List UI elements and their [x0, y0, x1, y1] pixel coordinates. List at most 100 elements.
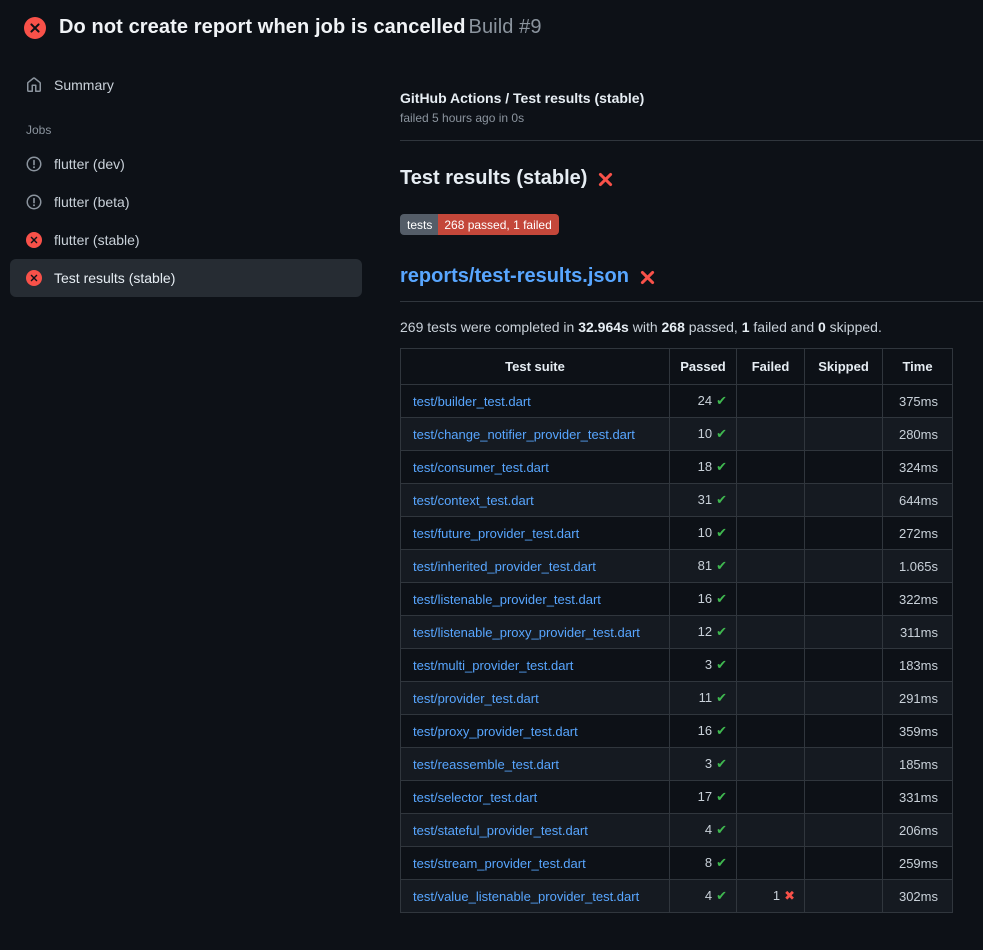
passed-cell: 11✔ — [670, 682, 737, 715]
test-suite-link[interactable]: test/provider_test.dart — [413, 691, 539, 706]
header-test-suite: Test suite — [401, 349, 670, 385]
summary-text: failed and — [750, 319, 819, 335]
time-cell: 291ms — [883, 682, 953, 715]
failed-cell: ✖ — [737, 550, 805, 583]
test-suite-link[interactable]: test/reassemble_test.dart — [413, 757, 559, 772]
passed-count: 3 — [705, 657, 712, 672]
passed-count: 16 — [698, 723, 712, 738]
failed-cell: ✖ — [737, 748, 805, 781]
test-suite-link[interactable]: test/stateful_provider_test.dart — [413, 823, 588, 838]
failed-cell: ✖ — [737, 715, 805, 748]
test-suite-link[interactable]: test/context_test.dart — [413, 493, 534, 508]
skipped-cell — [805, 748, 883, 781]
test-suite-link[interactable]: test/inherited_provider_test.dart — [413, 559, 596, 574]
test-suite-cell: test/inherited_provider_test.dart — [401, 550, 670, 583]
skipped-cell — [805, 847, 883, 880]
failed-cell: ✖ — [737, 649, 805, 682]
test-suite-cell: test/reassemble_test.dart — [401, 748, 670, 781]
skipped-cell — [805, 484, 883, 517]
failed-cell: ✖ — [737, 451, 805, 484]
failed-cell: ✖ — [737, 484, 805, 517]
passed-count: 18 — [698, 459, 712, 474]
exclamation-circle-icon — [26, 156, 42, 172]
passed-count: 24 — [698, 393, 712, 408]
time-cell: 183ms — [883, 649, 953, 682]
skipped-cell — [805, 550, 883, 583]
test-suite-link[interactable]: test/selector_test.dart — [413, 790, 537, 805]
passed-count: 16 — [698, 591, 712, 606]
test-suite-link[interactable]: test/listenable_provider_test.dart — [413, 592, 601, 607]
passed-count: 4 — [705, 888, 712, 903]
check-icon: ✔ — [716, 888, 727, 903]
sidebar-job-item[interactable]: flutter (dev) — [10, 145, 362, 183]
time-cell: 302ms — [883, 880, 953, 913]
check-icon: ✔ — [716, 756, 727, 771]
summary-text: skipped. — [826, 319, 882, 335]
check-icon: ✔ — [716, 855, 727, 870]
main-content: GitHub Actions / Test results (stable) f… — [380, 51, 983, 913]
test-suite-link[interactable]: test/change_notifier_provider_test.dart — [413, 427, 635, 442]
divider — [400, 140, 983, 141]
test-suite-cell: test/builder_test.dart — [401, 385, 670, 418]
passed-cell: 3✔ — [670, 649, 737, 682]
time-cell: 185ms — [883, 748, 953, 781]
check-icon: ✔ — [716, 789, 727, 804]
section-title-text: Test results (stable) — [400, 167, 587, 190]
sidebar-job-item[interactable]: flutter (beta) — [10, 183, 362, 221]
header-failed: Failed — [737, 349, 805, 385]
x-circle-fill-icon — [26, 270, 42, 286]
x-circle-fill-icon — [24, 17, 46, 39]
test-suite-cell: test/listenable_proxy_provider_test.dart — [401, 616, 670, 649]
jobs-section-label: Jobs — [10, 103, 362, 145]
test-suite-link[interactable]: test/proxy_provider_test.dart — [413, 724, 578, 739]
failed-x-icon — [639, 269, 656, 286]
table-row: test/proxy_provider_test.dart 16✔ ✖ 359m… — [401, 715, 953, 748]
passed-cell: 10✔ — [670, 517, 737, 550]
test-suite-cell: test/context_test.dart — [401, 484, 670, 517]
check-icon: ✔ — [716, 525, 727, 540]
time-cell: 259ms — [883, 847, 953, 880]
passed-count: 31 — [698, 492, 712, 507]
test-suite-link[interactable]: test/multi_provider_test.dart — [413, 658, 573, 673]
check-icon: ✔ — [716, 690, 727, 705]
table-row: test/listenable_proxy_provider_test.dart… — [401, 616, 953, 649]
test-suite-link[interactable]: test/future_provider_test.dart — [413, 526, 579, 541]
passed-count: 4 — [705, 822, 712, 837]
test-suite-link[interactable]: test/stream_provider_test.dart — [413, 856, 586, 871]
failed-cell: ✖ — [737, 517, 805, 550]
failed-total: 1 — [742, 319, 750, 335]
report-heading: reports/test-results.json — [400, 265, 983, 302]
sidebar-job-item[interactable]: flutter (stable) — [10, 221, 362, 259]
check-icon: ✔ — [716, 624, 727, 639]
passed-count: 8 — [705, 855, 712, 870]
table-row: test/change_notifier_provider_test.dart … — [401, 418, 953, 451]
sidebar-item-summary[interactable]: Summary — [10, 67, 362, 103]
failed-x-icon — [597, 171, 614, 188]
test-suite-link[interactable]: test/builder_test.dart — [413, 394, 531, 409]
sidebar-job-label: flutter (stable) — [54, 232, 140, 248]
failed-cell: ✖ — [737, 781, 805, 814]
app: Do not create report when job is cancell… — [0, 0, 983, 913]
time-cell: 359ms — [883, 715, 953, 748]
table-row: test/selector_test.dart 17 ✔ ✖ 331ms — [401, 781, 953, 814]
sidebar-job-label: flutter (dev) — [54, 156, 125, 172]
failed-cell: ✖ — [737, 847, 805, 880]
passed-cell: 4✔ — [670, 880, 737, 913]
failed-cell: ✖ — [737, 682, 805, 715]
test-suite-link[interactable]: test/listenable_proxy_provider_test.dart — [413, 625, 640, 640]
header-time: Time — [883, 349, 953, 385]
check-icon: ✔ — [716, 591, 727, 606]
time-cell: 375ms — [883, 385, 953, 418]
passed-count: 12 — [698, 624, 712, 639]
test-suite-link[interactable]: test/consumer_test.dart — [413, 460, 549, 475]
header-passed: Passed — [670, 349, 737, 385]
duration-value: 32.964s — [578, 319, 629, 335]
report-link[interactable]: reports/test-results.json — [400, 265, 629, 288]
sidebar-job-item[interactable]: Test results (stable) — [10, 259, 362, 297]
passed-count: 17 — [698, 789, 712, 804]
layout: Summary Jobs flutter (dev) flutter (beta… — [0, 51, 983, 913]
time-cell: 331ms — [883, 781, 953, 814]
summary-line: 269 tests were completed in 32.964s with… — [400, 319, 952, 335]
failed-cell: 1✖ — [737, 880, 805, 913]
test-suite-link[interactable]: test/value_listenable_provider_test.dart — [413, 889, 639, 904]
